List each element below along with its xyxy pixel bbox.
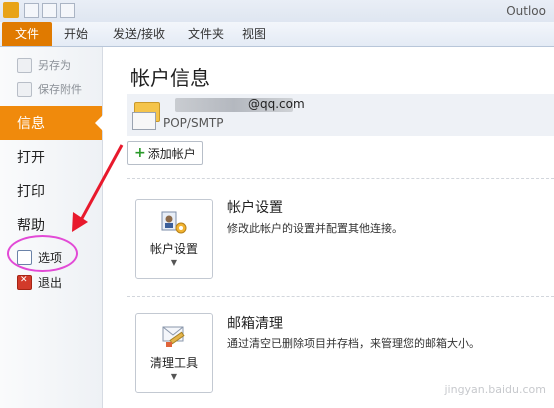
watermark: jingyan.baidu.com [444, 383, 546, 396]
annotation-arrow [72, 144, 124, 232]
